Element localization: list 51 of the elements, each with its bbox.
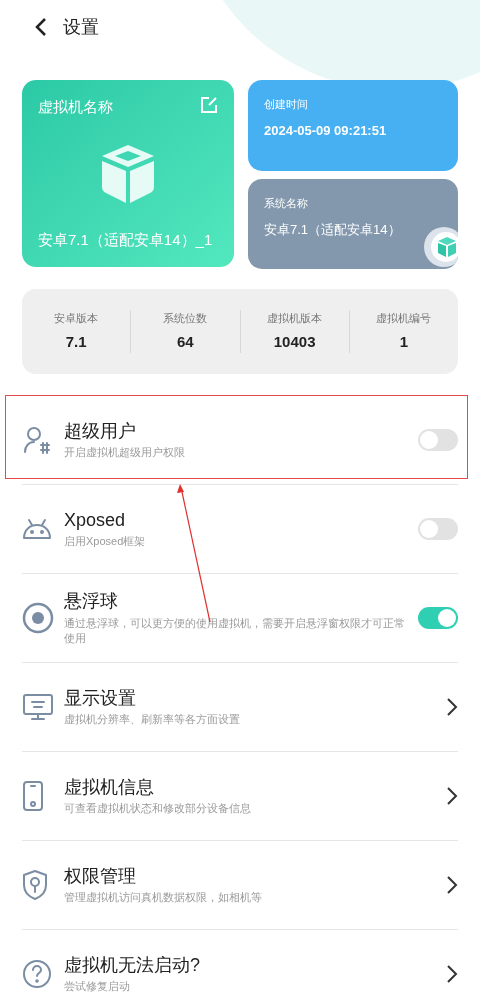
vm-name: 安卓7.1（适配安卓14）_1 bbox=[38, 229, 214, 250]
shield-icon bbox=[22, 869, 48, 901]
settings-row[interactable]: 虚拟机无法启动? 尝试修复启动 bbox=[22, 930, 458, 1002]
monitor-icon bbox=[22, 693, 54, 721]
setting-title: Xposed bbox=[64, 508, 127, 532]
settings-row[interactable]: 虚拟机信息 可查看虚拟机状态和修改部分设备信息 bbox=[22, 752, 458, 841]
setting-title: 虚拟机信息 bbox=[64, 775, 155, 799]
cube-badge-icon bbox=[424, 227, 458, 267]
settings-row[interactable]: 显示设置 虚拟机分辨率、刷新率等各方面设置 bbox=[22, 663, 458, 752]
page-title: 设置 bbox=[63, 15, 99, 39]
phone-icon bbox=[22, 780, 44, 812]
record-icon bbox=[22, 602, 54, 634]
chevron-right-icon bbox=[446, 964, 458, 984]
setting-title: 权限管理 bbox=[64, 864, 137, 888]
android-icon bbox=[22, 518, 52, 540]
stat-label: 安卓版本 bbox=[54, 311, 99, 326]
setting-title: 显示设置 bbox=[64, 686, 137, 710]
setting-description: 可查看虚拟机状态和修改部分设备信息 bbox=[64, 801, 252, 817]
setting-description: 启用Xposed框架 bbox=[64, 534, 147, 550]
stat-label: 系统位数 bbox=[163, 311, 208, 326]
setting-description: 尝试修复启动 bbox=[64, 979, 131, 995]
chevron-right-icon bbox=[446, 875, 458, 895]
user-icon bbox=[22, 425, 52, 455]
chevron-right-icon bbox=[446, 786, 458, 806]
setting-description: 管理虚拟机访问真机数据权限，如相机等 bbox=[64, 890, 263, 906]
card-label: 系统名称 bbox=[264, 196, 309, 211]
stat-value: 7.1 bbox=[65, 331, 87, 352]
setting-description: 开启虚拟机超级用户权限 bbox=[64, 445, 186, 461]
setting-title: 虚拟机无法启动? bbox=[64, 953, 201, 977]
card-label: 虚拟机名称 bbox=[38, 97, 113, 117]
setting-title: 悬浮球 bbox=[64, 590, 119, 613]
toggle-switch[interactable] bbox=[418, 429, 458, 451]
back-icon[interactable] bbox=[35, 17, 47, 37]
settings-row[interactable]: 超级用户 开启虚拟机超级用户权限 bbox=[22, 396, 458, 485]
stat-value: 64 bbox=[177, 331, 194, 352]
system-name: 安卓7.1（适配安卓14） bbox=[264, 220, 402, 239]
stat-label: 虚拟机版本 bbox=[267, 311, 323, 326]
toggle-switch[interactable] bbox=[418, 518, 458, 540]
card-label: 创建时间 bbox=[264, 97, 309, 112]
setting-title: 超级用户 bbox=[64, 419, 137, 443]
help-icon bbox=[22, 959, 52, 989]
stat-value: 10403 bbox=[273, 331, 316, 352]
stat-label: 虚拟机编号 bbox=[376, 311, 432, 326]
toggle-switch[interactable] bbox=[418, 607, 458, 629]
chevron-right-icon bbox=[446, 697, 458, 717]
settings-row[interactable]: Xposed 启用Xposed框架 bbox=[22, 485, 458, 574]
created-time: 2024-05-09 09:21:51 bbox=[264, 121, 388, 140]
stat-value: 1 bbox=[399, 331, 409, 352]
edit-icon[interactable] bbox=[200, 96, 218, 114]
settings-row[interactable]: 权限管理 管理虚拟机访问真机数据权限，如相机等 bbox=[22, 841, 458, 930]
setting-description: 虚拟机分辨率、刷新率等各方面设置 bbox=[64, 712, 241, 728]
